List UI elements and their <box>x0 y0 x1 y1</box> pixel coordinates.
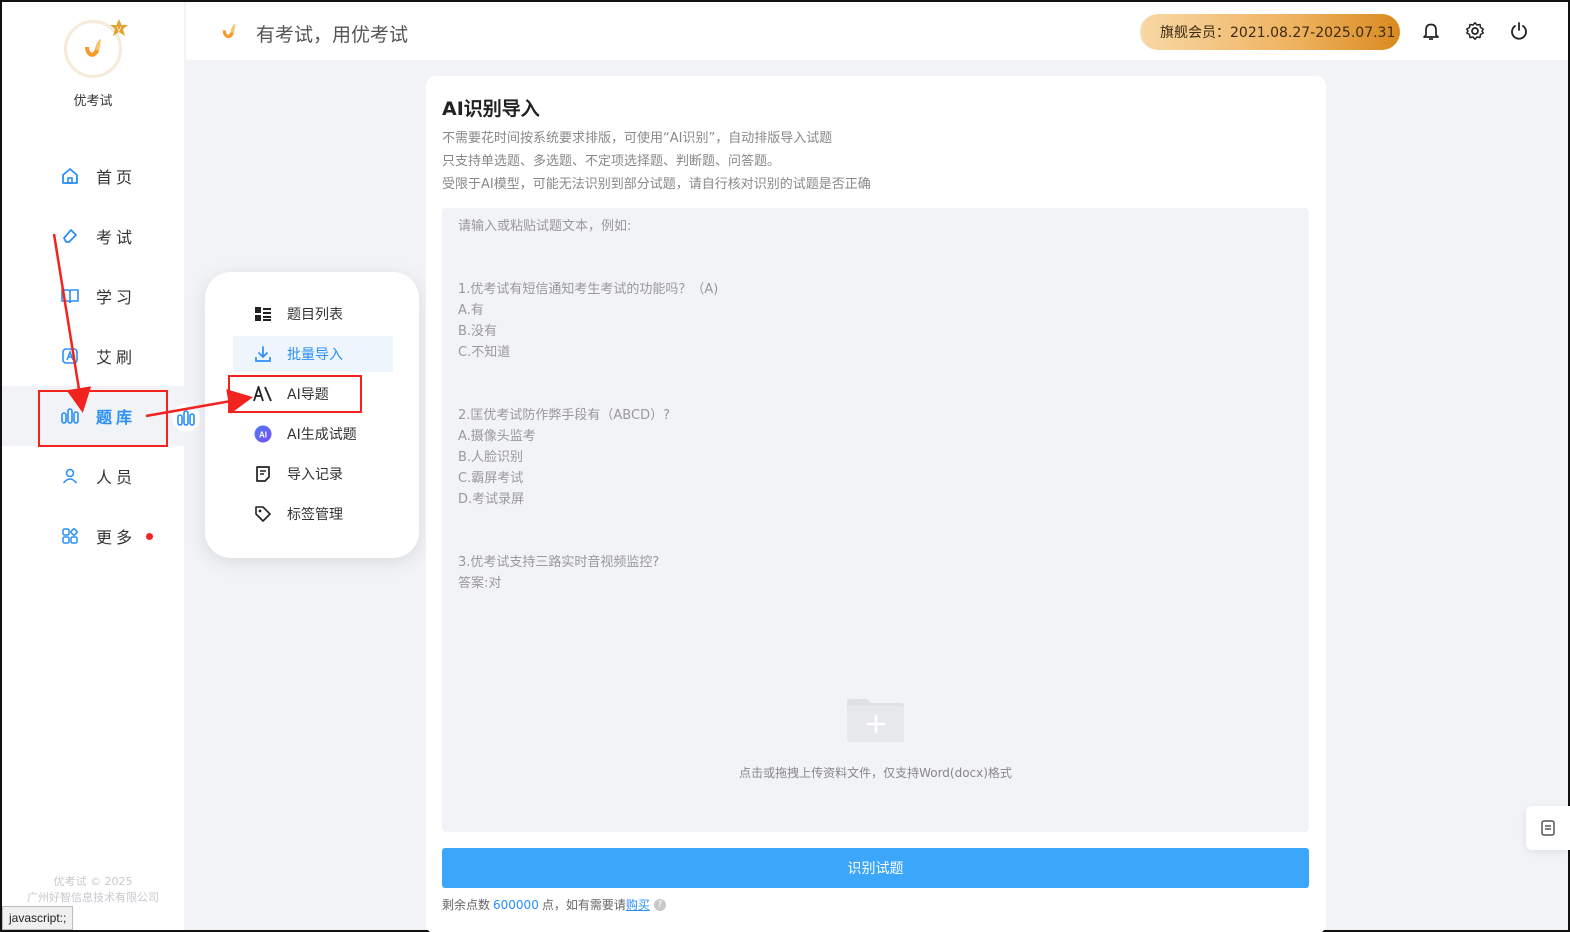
question-bank-flyout-menu: 题目列表 批量导入 AI导题 AI AI生成试题 导入记录 标签管理 <box>205 272 419 558</box>
menu-label: 题目列表 <box>287 307 343 323</box>
page-title: AI识别导入 <box>442 98 540 120</box>
nav-item-more[interactable]: 更多 <box>2 506 184 566</box>
points-info: 剩余点数 600000 点，如有需要请 购买 ? <box>442 896 666 913</box>
nav-item-exam[interactable]: 考试 <box>2 206 184 266</box>
notification-dot <box>146 532 154 540</box>
nav-label: 学习 <box>96 288 137 307</box>
nav-label: 更多 <box>96 528 137 547</box>
ai-import-card: AI识别导入 不需要花时间按系统要求排版，可使用“AI识别”，自动排版导入试题 … <box>426 76 1326 932</box>
apps-icon <box>60 526 80 546</box>
browser-status-bar: javascript:; <box>2 906 74 930</box>
floating-notes-button[interactable] <box>1526 806 1570 850</box>
placeholder-line: C.不知道 <box>458 345 511 360</box>
nav-item-people[interactable]: 人员 <box>2 446 184 506</box>
points-suffix: 点，如有需要请 <box>541 898 626 912</box>
placeholder-line: 请输入或粘贴试题文本，例如: <box>458 219 632 234</box>
menu-item-tag-management[interactable]: 标签管理 <box>233 496 393 532</box>
ai-generate-icon: AI <box>253 424 273 444</box>
nav-item-study[interactable]: 学习 <box>2 266 184 326</box>
placeholder-line: 2.匡优考试防作弊手段有（ABCD）? <box>458 408 670 423</box>
nav-item-aishua[interactable]: 艾刷 <box>2 326 184 386</box>
upload-area[interactable]: 点击或拖拽上传资料文件，仅支持Word(docx)格式 <box>442 696 1309 784</box>
menu-item-batch-import[interactable]: 批量导入 <box>233 336 393 372</box>
placeholder-line: B.人脸识别 <box>458 450 524 465</box>
placeholder-line: 3.优考试支持三路实时音视频监控? <box>458 555 660 570</box>
menu-item-ai-generate[interactable]: AI AI生成试题 <box>233 416 393 452</box>
placeholder-line: 1.优考试有短信通知考生考试的功能吗？（A) <box>458 282 719 297</box>
placeholder-line <box>458 363 1293 384</box>
points-prefix: 剩余点数 <box>442 898 491 912</box>
menu-item-question-list[interactable]: 题目列表 <box>233 296 393 332</box>
recognize-questions-button[interactable]: 识别试题 <box>442 848 1309 888</box>
list-icon <box>253 304 273 324</box>
sidebar: V 优考试 首页 考试 学习 艾刷 题库 人员 更多 优考试 © 2025 广州… <box>2 2 184 930</box>
top-header: 有考试，用优考试 旗舰会员：2021.08.27-2025.07.31 <box>186 2 1568 60</box>
copyright: 优考试 © 2025 <box>53 875 133 888</box>
placeholder-line <box>458 531 1293 552</box>
description-line: 只支持单选题、多选题、不定项选择题、判断题、问答题。 <box>442 154 781 169</box>
placeholder-line <box>458 237 1293 258</box>
annotation-box-question-bank <box>38 390 168 447</box>
menu-item-import-records[interactable]: 导入记录 <box>233 456 393 492</box>
placeholder-line: D.考试录屏 <box>458 492 525 507</box>
logo-icon <box>85 39 101 57</box>
upload-hint: 点击或拖拽上传资料文件，仅支持Word(docx)格式 <box>739 766 1012 780</box>
menu-label: 标签管理 <box>287 507 343 523</box>
buy-link[interactable]: 购买 <box>626 896 650 913</box>
description-line: 受限于AI模型，可能无法识别到部分试题，请自行核对识别的试题是否正确 <box>442 177 871 192</box>
question-text-input[interactable]: 请输入或粘贴试题文本，例如: 1.优考试有短信通知考生考试的功能吗？（A) A.有 B… <box>442 208 1309 832</box>
home-icon <box>60 166 80 186</box>
placeholder-line: A.摄像头监考 <box>458 429 536 444</box>
eraser-icon <box>60 226 80 246</box>
document-icon <box>1541 820 1555 836</box>
brand-name: 优考试 <box>73 94 113 109</box>
header-slogan: 有考试，用优考试 <box>256 24 409 46</box>
nav-label: 人员 <box>96 468 137 487</box>
placeholder-line <box>458 258 1293 279</box>
brush-icon <box>60 346 80 366</box>
menu-label: AI生成试题 <box>287 427 357 443</box>
question-bank-bubble-icon <box>172 404 200 432</box>
nav-label: 首页 <box>96 168 137 187</box>
sidebar-footer: 优考试 © 2025 广州好智信息技术有限公司 <box>2 874 184 906</box>
vip-membership-badge[interactable]: 旗舰会员：2021.08.27-2025.07.31 <box>1140 14 1400 50</box>
user-icon <box>60 466 80 486</box>
placeholder-line <box>458 510 1293 531</box>
download-icon <box>253 344 273 364</box>
header-logo-icon <box>218 20 240 48</box>
book-icon <box>60 286 80 306</box>
nav-item-home[interactable]: 首页 <box>2 146 184 206</box>
menu-label: 导入记录 <box>287 467 343 483</box>
points-value: 600000 <box>493 897 539 912</box>
placeholder-line <box>458 384 1293 405</box>
power-icon[interactable] <box>1508 20 1530 42</box>
tag-icon <box>253 504 273 524</box>
vip-crown-icon: V <box>108 18 130 40</box>
bell-icon[interactable] <box>1420 20 1442 42</box>
nav-label: 艾刷 <box>96 348 137 367</box>
svg-text:AI: AI <box>259 431 267 440</box>
placeholder-line: A.有 <box>458 303 484 318</box>
gear-icon[interactable] <box>1464 20 1486 42</box>
record-icon <box>253 464 273 484</box>
placeholder-line: 答案:对 <box>458 576 502 591</box>
annotation-box-ai-import <box>228 375 362 413</box>
placeholder-line: B.没有 <box>458 324 498 339</box>
folder-upload-icon <box>846 699 904 742</box>
svg-text:V: V <box>117 27 122 34</box>
menu-label: 批量导入 <box>287 347 343 363</box>
company-name: 广州好智信息技术有限公司 <box>27 891 159 904</box>
nav-label: 考试 <box>96 228 137 247</box>
placeholder-line: C.霸屏考试 <box>458 471 524 486</box>
help-icon[interactable]: ? <box>653 898 666 911</box>
placeholder-text: 请输入或粘贴试题文本，例如: 1.优考试有短信通知考生考试的功能吗？（A) A.有 B… <box>458 216 1293 594</box>
description-line: 不需要花时间按系统要求排版，可使用“AI识别”，自动排版导入试题 <box>442 131 833 146</box>
brand-logo[interactable]: V <box>64 19 128 80</box>
